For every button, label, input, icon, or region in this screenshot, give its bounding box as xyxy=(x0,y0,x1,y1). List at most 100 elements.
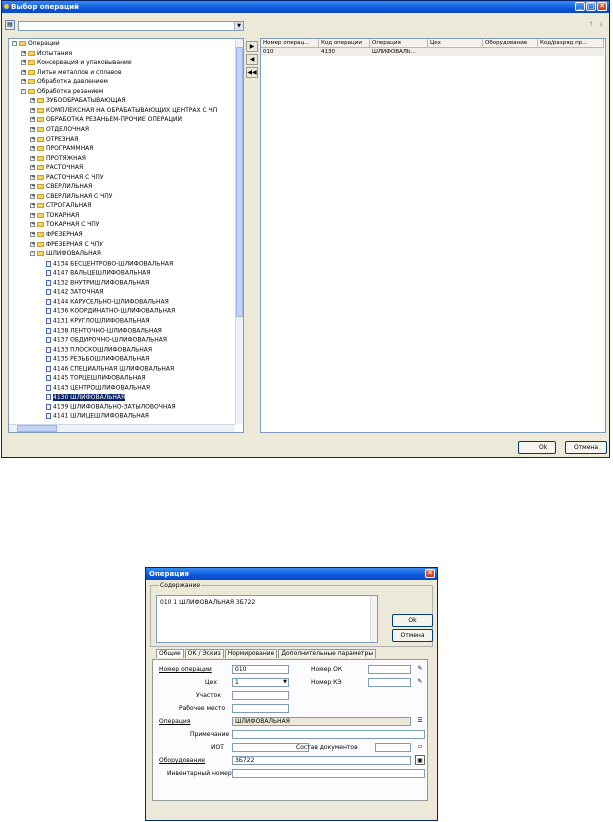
dialog-title-bar[interactable]: Операция ✕ xyxy=(146,568,437,580)
table-row[interactable]: 010 4130 ШЛИФОВАЛЬ... xyxy=(261,48,604,56)
select-list-icon[interactable]: ☰ xyxy=(415,716,425,726)
tab-0[interactable]: Общие xyxy=(156,649,184,658)
expand-icon[interactable]: + xyxy=(30,174,35,180)
tree-folder-item[interactable]: - ШЛИФОВАЛЬНАЯ xyxy=(30,250,101,258)
maximize-button[interactable]: □ xyxy=(586,2,596,11)
pencil-icon[interactable]: ✎ xyxy=(415,677,425,687)
tree-horizontal-scrollbar[interactable] xyxy=(9,424,235,432)
expand-icon[interactable]: + xyxy=(30,193,35,199)
tree-operation-item[interactable]: 4143 ЦЕНТРОШЛИФОВАЛЬНАЯ xyxy=(39,384,150,392)
expand-icon[interactable]: + xyxy=(30,232,35,237)
tree-folder-item[interactable]: + ТОКАРНАЯ С ЧПУ xyxy=(30,222,99,229)
tree-folder-item[interactable]: + СВЕРЛИЛЬНАЯ С ЧПУ xyxy=(30,193,112,201)
tree-operation-item[interactable]: 4132 ВНУТРИШЛИФОВАЛЬНАЯ xyxy=(39,279,149,287)
tree-folder-item[interactable]: - Операции xyxy=(12,40,60,48)
tree-operation-item[interactable]: 4133 ПЛОСКОШЛИФОВАЛЬНАЯ xyxy=(39,346,152,354)
tree-folder-item[interactable]: + ОТРЕЗНАЯ xyxy=(30,136,78,144)
expand-icon[interactable]: + xyxy=(30,155,35,161)
tree-operation-item[interactable]: 4147 ВАЛЬЦЕШЛИФОВАЛЬНАЯ xyxy=(39,270,150,277)
tree-folder-item[interactable]: + ОБРАБОТКА РЕЗАНЬЕМ-ПРОЧИЕ ОПЕРАЦИИ xyxy=(30,116,182,124)
dialog-close-button[interactable]: ✕ xyxy=(425,569,435,578)
tree-operation-item[interactable]: 4141 ШЛИЦЕШЛИФОВАЛЬНАЯ xyxy=(39,413,149,420)
content-textarea[interactable]: 010 1 ШЛИФОВАЛЬНАЯ 3Б722 xyxy=(156,595,378,643)
tree-operation-item[interactable]: 4139 ШЛИФОВАЛЬНО-ЗАТЫЛОВОЧНАЯ xyxy=(39,403,176,411)
tree-folder-item[interactable]: + ФРЕЗЕРНАЯ xyxy=(30,231,83,239)
operation-field[interactable]: ШЛИФОВАЛЬНАЯ xyxy=(232,717,411,726)
tree-vertical-scrollbar[interactable] xyxy=(235,39,243,424)
tree-operation-item[interactable]: 4136 КООРДИНАТНО-ШЛИФОВАЛЬНАЯ xyxy=(39,308,175,315)
expand-icon[interactable]: + xyxy=(21,79,26,85)
tree-folder-item[interactable]: + ОТДЕЛОЧНАЯ xyxy=(30,126,89,134)
tree-operation-item[interactable]: 4138 ЛЕНТОЧНО-ШЛИФОВАЛЬНАЯ xyxy=(39,327,162,335)
expand-icon[interactable]: + xyxy=(30,107,35,113)
column-header[interactable]: Оборудование xyxy=(483,39,538,48)
arrow-up-icon[interactable]: ↑ xyxy=(586,21,596,31)
equipment-field[interactable]: 3Б722 xyxy=(232,756,411,765)
tree-folder-item[interactable]: + ТОКАРНАЯ xyxy=(30,212,79,220)
tree-operation-item[interactable]: 4131 КРУГЛОШЛИФОВАЛЬНАЯ xyxy=(39,318,150,325)
dialog-cancel-button[interactable]: Отмена xyxy=(392,629,433,642)
inventory-field[interactable] xyxy=(232,769,425,778)
tree-folder-item[interactable]: + Литье металлов и сплавов xyxy=(21,69,122,77)
expand-icon[interactable]: + xyxy=(21,60,26,66)
tree-operation-item[interactable]: 4137 ОБДИРОЧНО-ШЛИФОВАЛЬНАЯ xyxy=(39,337,167,344)
arrow-down-icon[interactable]: ↓ xyxy=(596,21,606,31)
folder-open-icon[interactable]: ▱ xyxy=(415,742,425,752)
expand-icon[interactable]: + xyxy=(21,69,26,75)
collapse-icon[interactable]: - xyxy=(12,41,17,46)
note-field[interactable] xyxy=(232,730,425,739)
filter-icon[interactable]: ▤ xyxy=(5,20,15,30)
tree-operation-item[interactable]: 4146 СПЕЦИАЛЬНАЯ ШЛИФОВАЛЬНАЯ xyxy=(39,365,174,373)
tree-operation-item[interactable]: 4144 КАРУСЕЛЬНО-ШЛИФОВАЛЬНАЯ xyxy=(39,298,169,306)
expand-icon[interactable]: + xyxy=(30,117,35,123)
expand-icon[interactable]: + xyxy=(30,241,35,247)
column-header[interactable]: Номер операц... xyxy=(261,39,319,48)
tree-operation-item[interactable]: 4142 ЗАТОЧНАЯ xyxy=(39,289,103,296)
tree-folder-item[interactable]: + ПРОГРАММНАЯ xyxy=(30,145,93,153)
minimize-button[interactable]: _ xyxy=(575,2,585,11)
tree-operation-item[interactable]: 4130 ШЛИФОВАЛЬНАЯ xyxy=(39,393,126,401)
tree-folder-item[interactable]: + Испытания xyxy=(21,50,72,58)
expand-icon[interactable]: + xyxy=(30,136,35,142)
tab-3[interactable]: Дополнительные параметры xyxy=(278,649,377,658)
equipment-lookup-icon[interactable]: ▣ xyxy=(415,755,425,765)
column-header[interactable]: Операция xyxy=(370,39,428,48)
remove-all-button[interactable]: ◀◀ xyxy=(246,67,258,78)
column-header[interactable]: Код/разряд пр... xyxy=(538,39,604,48)
expand-icon[interactable]: + xyxy=(30,146,35,152)
tree-operation-item[interactable]: 4134 БЕСЦЕНТРОВО-ШЛИФОВАЛЬНАЯ xyxy=(39,260,173,268)
docs-field[interactable] xyxy=(375,743,411,752)
expand-icon[interactable]: + xyxy=(30,203,35,209)
collapse-icon[interactable]: - xyxy=(30,251,35,257)
ok-number-field[interactable] xyxy=(368,665,411,674)
tree-folder-item[interactable]: + ПРОТЯЖНАЯ xyxy=(30,155,86,163)
ke-number-field[interactable] xyxy=(368,678,411,687)
tree-folder-item[interactable]: + РАСТОЧНАЯ xyxy=(30,164,83,172)
tree-operation-item[interactable]: 4145 ТОРЦЕШЛИФОВАЛЬНАЯ xyxy=(39,375,146,382)
expand-icon[interactable]: + xyxy=(30,212,35,218)
tree-folder-item[interactable]: + Обработка давлением xyxy=(21,78,108,86)
op-number-field[interactable]: 010 xyxy=(232,665,289,674)
dialog-ok-button[interactable]: Ok xyxy=(392,614,433,627)
expand-icon[interactable]: + xyxy=(30,184,35,190)
title-bar[interactable]: Выбор операций _ □ ✕ xyxy=(2,1,609,13)
tree-folder-item[interactable]: + ЗУБООБРАБАТЫВАЮЩАЯ xyxy=(30,97,126,105)
expand-icon[interactable]: + xyxy=(30,222,35,228)
tree-folder-item[interactable]: + СВЕРЛИЛЬНАЯ xyxy=(30,183,92,191)
ok-button[interactable]: Ok xyxy=(518,441,556,454)
column-header[interactable]: Код операции xyxy=(319,39,370,48)
selected-operations-grid[interactable]: Номер операц... Код операции Операция Цех Об… xyxy=(260,38,606,433)
operations-tree[interactable]: - Операции + Испытания + Консервация и упаков… xyxy=(8,38,244,433)
expand-icon[interactable]: + xyxy=(30,126,35,132)
section-field[interactable] xyxy=(232,691,289,700)
expand-icon[interactable]: + xyxy=(30,98,35,104)
tree-folder-item[interactable]: + Консервация и упаковывание xyxy=(21,59,132,67)
tree-folder-item[interactable]: + РАСТОЧНАЯ С ЧПУ xyxy=(30,174,103,182)
tab-2[interactable]: Нормирование xyxy=(224,649,278,658)
content-scrollbar[interactable] xyxy=(370,596,377,642)
close-button[interactable]: ✕ xyxy=(597,2,607,11)
add-operation-button[interactable]: ▶ xyxy=(246,41,258,52)
pencil-icon[interactable]: ✎ xyxy=(415,664,425,674)
collapse-icon[interactable]: - xyxy=(21,88,26,94)
column-header[interactable]: Цех xyxy=(428,39,483,48)
